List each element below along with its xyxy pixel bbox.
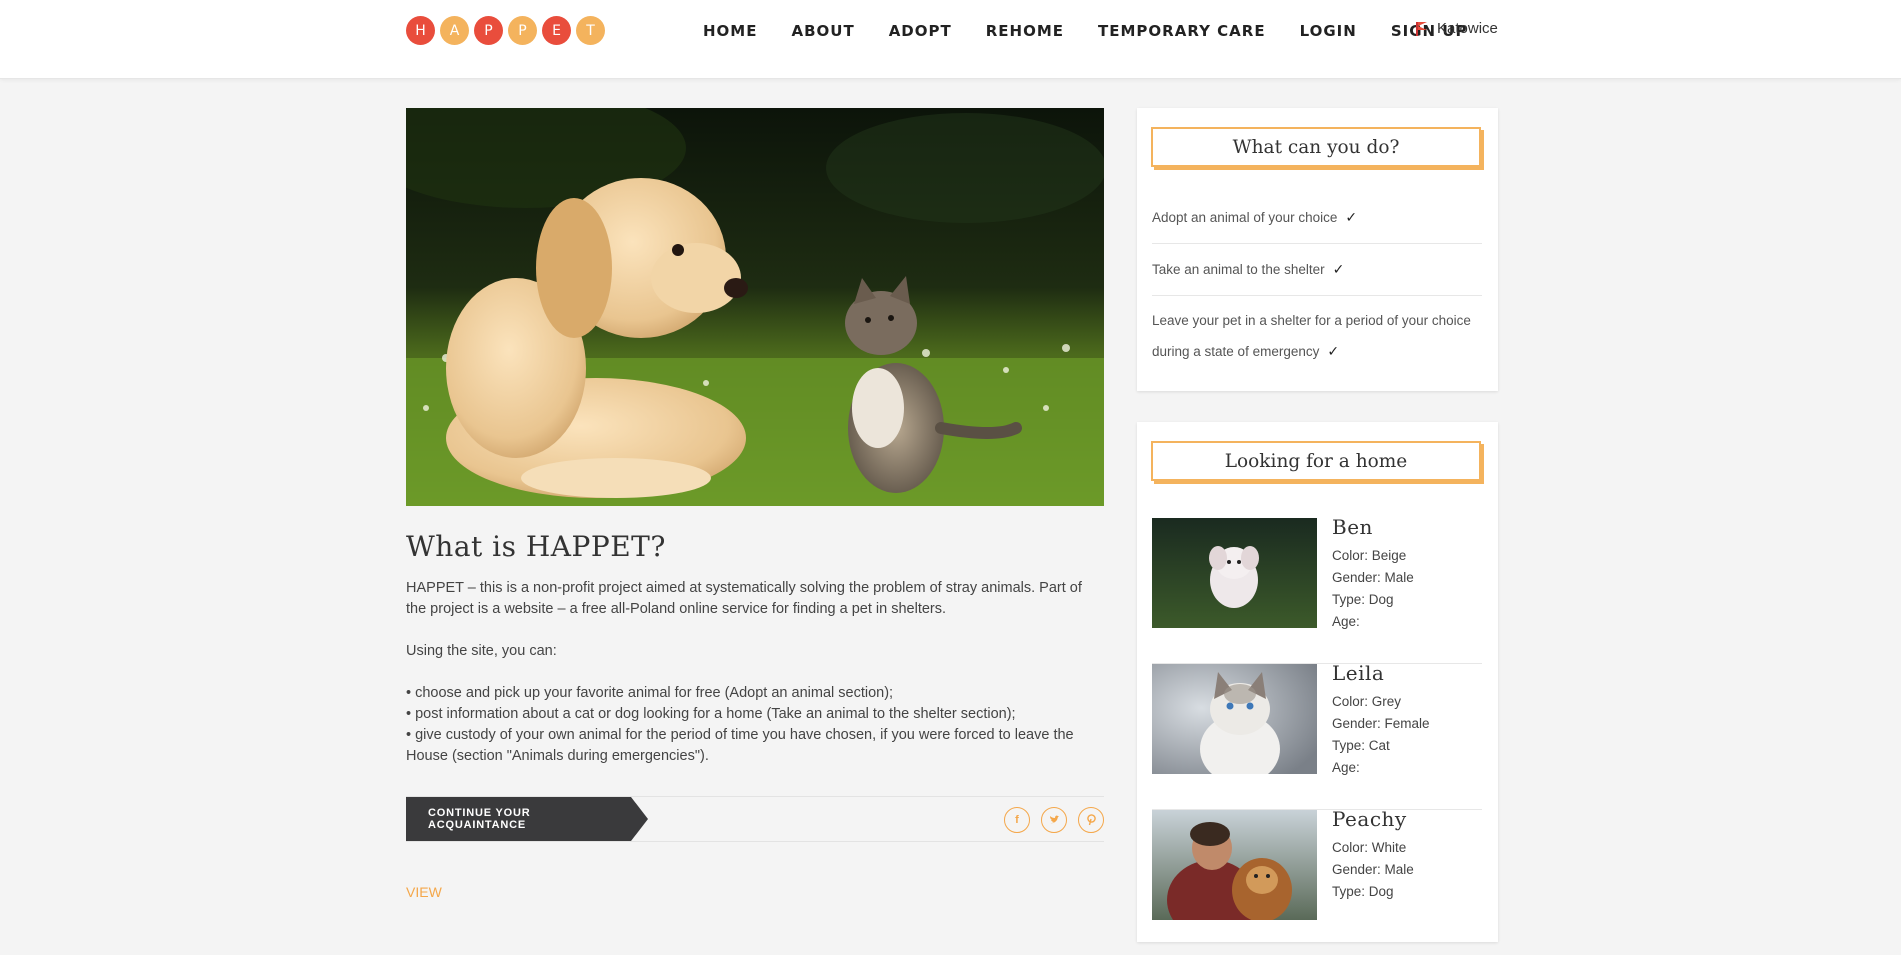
todo-list: Adopt an animal of your choice ✓ Take an … [1152,192,1482,377]
pet-listing[interactable]: Peachy Color: White Gender: Male Type: D… [1152,807,1482,955]
logo-letter: T [576,16,605,45]
post-bullet: • post information about a cat or dog lo… [406,706,1016,722]
logo-letter: P [508,16,537,45]
pet-gender: Gender: Male [1332,862,1414,877]
main-nav: HOME ABOUT ADOPT REHOME TEMPORARY CARE L… [703,20,1501,42]
post-bullet: • choose and pick up your favorite anima… [406,685,894,701]
pet-photo[interactable] [1152,810,1317,920]
list-item: Leave your pet in a shelter for a period… [1152,296,1482,377]
twitter-icon[interactable] [1041,807,1067,833]
what-can-you-do-card: What can you do? Adopt an animal of your… [1137,108,1498,391]
post-intro: HAPPET – this is a non-profit project ai… [406,580,1082,617]
continue-acquaintance-button[interactable]: CONTINUE YOUR ACQUAINTANCE [406,797,648,841]
location-selector[interactable]: Katowice [1416,20,1498,37]
todo-item-label: Take an animal to the shelter [1152,262,1325,277]
nav-temporary-care[interactable]: TEMPORARY CARE [1098,20,1266,42]
post-body: HAPPET – this is a non-profit project ai… [406,578,1096,767]
post-using-site: Using the site, you can: [406,643,557,659]
post-bullet: • give custody of your own animal for th… [406,727,1074,764]
logo-letter: E [542,16,571,45]
pet-age: Age: [1332,614,1360,629]
location-label: Katowice [1437,20,1498,37]
pet-type: Type: Cat [1332,738,1390,753]
logo-letter: H [406,16,435,45]
pet-name[interactable]: Ben [1332,515,1414,539]
pet-photo[interactable] [1152,518,1317,628]
pet-age: Age: [1332,760,1360,775]
check-icon: ✓ [1332,261,1345,277]
list-item: Adopt an animal of your choice ✓ [1152,192,1482,244]
nav-rehome[interactable]: REHOME [986,20,1064,42]
nav-about[interactable]: ABOUT [791,20,854,42]
pet-listing[interactable]: Ben Color: Beige Gender: Male Type: Dog … [1152,515,1482,664]
pet-listing[interactable]: Leila Color: Grey Gender: Female Type: C… [1152,661,1482,810]
pinterest-icon[interactable] [1078,807,1104,833]
card-heading: Looking for a home [1151,441,1481,481]
social-share: f [993,807,1104,833]
happet-logo[interactable]: H A P P E T [406,16,610,45]
pet-type: Type: Dog [1332,884,1394,899]
pet-color: Color: White [1332,840,1407,855]
check-icon: ✓ [1345,209,1358,225]
todo-item-label: Leave your pet in a shelter for a period… [1152,313,1471,359]
pet-info: Peachy Color: White Gender: Male Type: D… [1332,807,1414,903]
pet-name[interactable]: Leila [1332,661,1430,685]
pet-name[interactable]: Peachy [1332,807,1414,831]
looking-for-a-home-card: Looking for a home Ben Color: Beige Gend… [1137,422,1498,942]
logo-letter: P [474,16,503,45]
site-header: H A P P E T HOME ABOUT ADOPT REHOME TEMP… [0,0,1901,79]
logo-letter: A [440,16,469,45]
pet-photo[interactable] [1152,664,1317,774]
nav-home[interactable]: HOME [703,20,757,42]
check-icon: ✓ [1327,343,1340,359]
pet-gender: Gender: Female [1332,716,1430,731]
card-heading: What can you do? [1151,127,1481,167]
pet-color: Color: Beige [1332,548,1407,563]
pet-info: Leila Color: Grey Gender: Female Type: C… [1332,661,1430,779]
facebook-icon[interactable]: f [1004,807,1030,833]
post-action-bar: CONTINUE YOUR ACQUAINTANCE f [406,796,1104,842]
pet-type: Type: Dog [1332,592,1394,607]
view-link[interactable]: VIEW [406,884,442,900]
post-title: What is HAPPET? [406,530,666,563]
pet-gender: Gender: Male [1332,570,1414,585]
nav-login[interactable]: LOGIN [1300,20,1357,42]
todo-item-label: Adopt an animal of your choice [1152,210,1338,225]
nav-adopt[interactable]: ADOPT [889,20,952,42]
flag-icon [1416,21,1429,36]
hero-image-puppy-and-kitten [406,108,1104,506]
pet-color: Color: Grey [1332,694,1402,709]
list-item: Take an animal to the shelter ✓ [1152,244,1482,296]
pet-list: Ben Color: Beige Gender: Male Type: Dog … [1152,515,1482,955]
pet-info: Ben Color: Beige Gender: Male Type: Dog … [1332,515,1414,633]
